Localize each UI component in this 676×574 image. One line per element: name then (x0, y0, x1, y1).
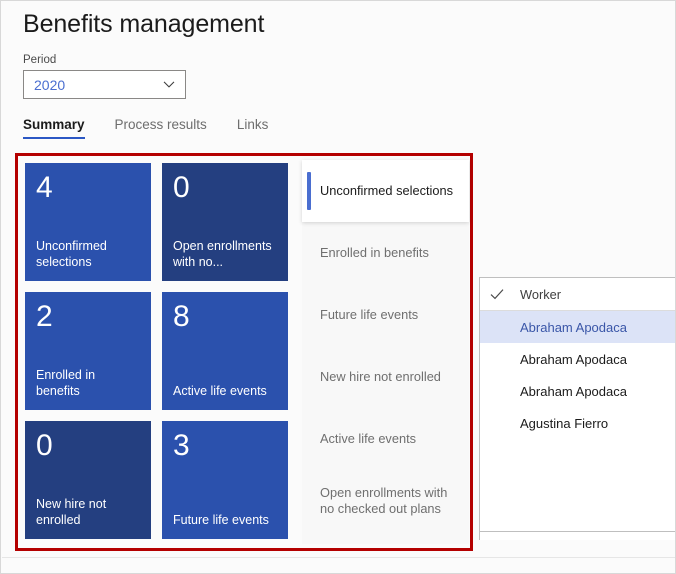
period-filter-group: Period 2020 (23, 54, 186, 99)
tile-value: 2 (36, 301, 140, 333)
summary-tile[interactable]: 3 Future life events (162, 421, 288, 539)
tile-label: Unconfirmed selections (36, 238, 140, 270)
list-item[interactable]: Future life events (302, 284, 469, 346)
tab-summary[interactable]: Summary (23, 117, 85, 139)
summary-tile[interactable]: 8 Active life events (162, 292, 288, 410)
list-item-label: Active life events (320, 431, 416, 447)
list-item-label: Unconfirmed selections (320, 183, 453, 199)
chevron-down-icon (163, 78, 174, 89)
list-item-label: Future life events (320, 307, 418, 323)
list-item[interactable]: Active life events (302, 408, 469, 470)
worker-dropdown[interactable]: Worker Abraham ApodacaAbraham ApodacaAbr… (479, 277, 676, 532)
worker-options-list: Abraham ApodacaAbraham ApodacaAbraham Ap… (480, 311, 676, 439)
tile-label: Open enrollments with no... (173, 238, 277, 270)
summary-category-list: Unconfirmed selections Enrolled in benefi… (302, 160, 469, 544)
summary-tile[interactable]: 2 Enrolled in benefits (25, 292, 151, 410)
period-selected-value: 2020 (24, 77, 65, 93)
app-window: Benefits management Period 2020 Summary P… (0, 0, 676, 574)
list-item[interactable]: Open enrollments with no checked out pla… (302, 470, 469, 532)
worker-option[interactable]: Abraham Apodaca (480, 375, 676, 407)
list-item-label: New hire not enrolled (320, 369, 441, 385)
worker-dropdown-header[interactable]: Worker (480, 278, 676, 311)
list-item-label: Open enrollments with no checked out pla… (320, 485, 458, 517)
footer-divider (2, 557, 676, 558)
page-title: Benefits management (23, 10, 264, 39)
tile-value: 0 (36, 430, 140, 462)
annotation-highlight-box: 4 Unconfirmed selections 0 Open enrollments… (15, 153, 473, 551)
summary-tile[interactable]: 0 Open enrollments with no... (162, 163, 288, 281)
summary-tile[interactable]: 4 Unconfirmed selections (25, 163, 151, 281)
list-item[interactable]: Enrolled in benefits (302, 222, 469, 284)
tile-label: Active life events (173, 383, 277, 399)
checkmark-icon (489, 286, 505, 302)
tile-value: 4 (36, 172, 140, 204)
list-item[interactable]: Unconfirmed selections (302, 160, 469, 222)
tab-process-results[interactable]: Process results (115, 117, 207, 139)
tile-value: 8 (173, 301, 277, 333)
dropdown-bottom-strip (479, 532, 676, 540)
tab-links[interactable]: Links (237, 117, 269, 139)
summary-tiles-grid: 4 Unconfirmed selections 0 Open enrollments… (25, 163, 293, 539)
period-select[interactable]: 2020 (23, 70, 186, 99)
worker-option[interactable]: Abraham Apodaca (480, 343, 676, 375)
tile-value: 3 (173, 430, 277, 462)
summary-tile[interactable]: 0 New hire not enrolled (25, 421, 151, 539)
tile-value: 0 (173, 172, 277, 204)
list-item[interactable]: New hire not enrolled (302, 346, 469, 408)
worker-option[interactable]: Abraham Apodaca (480, 311, 676, 343)
worker-column-label: Worker (520, 287, 561, 302)
period-label: Period (23, 54, 186, 66)
tile-label: Future life events (173, 512, 277, 528)
worker-option[interactable]: Agustina Fierro (480, 407, 676, 439)
list-item-label: Enrolled in benefits (320, 245, 429, 261)
tab-bar: Summary Process results Links (23, 117, 298, 139)
tile-label: Enrolled in benefits (36, 367, 140, 399)
tile-label: New hire not enrolled (36, 496, 140, 528)
selection-accent-bar (307, 172, 311, 210)
